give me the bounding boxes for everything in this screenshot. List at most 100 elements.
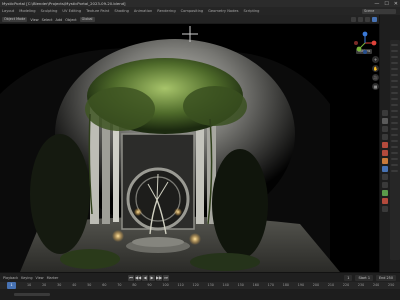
frame-tick-label: 250 — [388, 283, 395, 287]
marker-menu[interactable]: Marker — [47, 276, 59, 280]
object-data-tab-icon[interactable] — [382, 190, 388, 196]
viewport-nav-buttons: + ✋ 🎥 ▦ — [372, 56, 379, 90]
material-tab-icon[interactable] — [382, 198, 388, 204]
output-tab-icon[interactable] — [382, 126, 388, 132]
workspace-tab-bar: Layout Modeling Sculpting UV Editing Texture… — [0, 7, 400, 15]
tab-compositing[interactable]: Compositing — [181, 9, 204, 13]
modifier-tab-icon[interactable] — [382, 166, 388, 172]
tab-texture-paint[interactable]: Texture Paint — [86, 9, 109, 13]
current-frame-indicator[interactable]: 1 — [7, 282, 16, 289]
gizmo-z-axis[interactable] — [362, 31, 368, 37]
menu-select[interactable]: Select — [42, 18, 53, 22]
jump-start-button[interactable]: ⏮ — [128, 274, 134, 281]
tab-scripting[interactable]: Scripting — [243, 9, 259, 13]
3d-viewport[interactable]: Options — [0, 24, 379, 272]
frame-tick-label: 210 — [327, 283, 335, 287]
tool-tab-icon[interactable] — [382, 110, 388, 116]
properties-editor — [379, 15, 400, 272]
texture-tab-icon[interactable] — [382, 206, 388, 212]
menu-add[interactable]: Add — [55, 18, 62, 22]
pan-icon[interactable]: ✋ — [372, 65, 379, 72]
frame-tick-label: 190 — [297, 283, 305, 287]
tab-uv-editing[interactable]: UV Editing — [62, 9, 81, 13]
tab-sculpting[interactable]: Sculpting — [41, 9, 58, 13]
frame-tick-label: 140 — [222, 283, 229, 287]
navigation-gizmo[interactable] — [352, 30, 378, 56]
perspective-toggle-icon[interactable]: ▦ — [372, 83, 379, 90]
shading-buttons — [351, 17, 377, 22]
view-layer-tab-icon[interactable] — [382, 134, 388, 140]
close-button[interactable]: ✕ — [394, 1, 398, 7]
viewport-header: Object Mode View Select Add Object Globa… — [0, 15, 379, 24]
start-value: 1 — [367, 275, 370, 280]
wireframe-shading-button[interactable] — [351, 17, 356, 22]
frame-tick-label: 170 — [267, 283, 274, 287]
frame-tick-label: 20 — [42, 283, 47, 287]
scene-tab-icon[interactable] — [382, 142, 388, 148]
current-frame-field[interactable]: 1 — [344, 274, 353, 281]
frame-tick-label: 90 — [147, 283, 152, 287]
frame-ruler[interactable]: 0102030405060708090100110120130140150160… — [0, 282, 400, 289]
tab-layout[interactable]: Layout — [2, 9, 14, 13]
jump-keyframe-back-button[interactable]: ◀◀ — [135, 274, 141, 281]
properties-tabs — [382, 110, 388, 212]
zoom-icon[interactable]: + — [372, 56, 379, 63]
frame-tick-label: 120 — [192, 283, 199, 287]
object-tab-icon[interactable] — [382, 158, 388, 164]
start-label: Start — [358, 275, 367, 280]
play-reverse-button[interactable]: ◀ — [142, 274, 148, 281]
physics-tab-icon[interactable] — [382, 182, 388, 188]
keyframe-summary — [14, 293, 50, 296]
frame-tick-label: 50 — [87, 283, 92, 287]
playback-menu[interactable]: Playback — [3, 276, 18, 280]
frame-tick-label: 80 — [132, 283, 137, 287]
gizmo-y-axis[interactable] — [356, 46, 362, 52]
frame-tick-label: 220 — [342, 283, 350, 287]
tab-rendering[interactable]: Rendering — [157, 9, 175, 13]
material-shading-button[interactable] — [365, 17, 370, 22]
frame-tick-label: 60 — [102, 283, 107, 287]
tab-animation[interactable]: Animation — [134, 9, 152, 13]
minimize-button[interactable]: — — [374, 1, 379, 7]
timeline: Playback Keying View Marker ⏮ ◀◀ ◀ ▶ ▶▶ … — [0, 272, 400, 300]
particles-tab-icon[interactable] — [382, 174, 388, 180]
render-tab-icon[interactable] — [382, 118, 388, 124]
gizmo-neg-z-axis[interactable] — [363, 50, 367, 54]
play-button[interactable]: ▶ — [149, 274, 155, 281]
world-tab-icon[interactable] — [382, 150, 388, 156]
frame-tick-label: 40 — [72, 283, 77, 287]
keying-menu[interactable]: Keying — [21, 276, 32, 280]
rendered-shading-button[interactable] — [372, 17, 377, 22]
menu-object[interactable]: Object — [65, 18, 76, 22]
frame-tick-label: 230 — [357, 283, 365, 287]
menu-view[interactable]: View — [30, 18, 38, 22]
end-frame-field[interactable]: End 250 — [375, 274, 396, 281]
properties-panel — [390, 40, 400, 260]
tab-geometry-nodes[interactable]: Geometry Nodes — [208, 9, 238, 13]
frame-tick-label: 180 — [282, 283, 290, 287]
frame-tick-label: 30 — [57, 283, 62, 287]
frame-fields: 1 Start 1 End 250 — [344, 274, 396, 281]
scene-selector[interactable]: Scene — [362, 8, 396, 14]
camera-view-icon[interactable]: 🎥 — [372, 74, 379, 81]
gizmo-x-axis[interactable] — [371, 40, 377, 46]
window-title: MysticPortal [C:\Blender\Projects\Mystic… — [2, 1, 126, 6]
frame-tick-label: 150 — [237, 283, 244, 287]
orientation-dropdown[interactable]: Global — [79, 17, 95, 22]
timeline-header: Playback Keying View Marker — [0, 273, 400, 282]
title-bar: MysticPortal [C:\Blender\Projects\Mystic… — [0, 0, 400, 7]
jump-end-button[interactable]: ⏭ — [163, 274, 169, 281]
tab-shading[interactable]: Shading — [114, 9, 129, 13]
view-menu[interactable]: View — [36, 276, 44, 280]
window-controls: — ☐ ✕ — [374, 0, 398, 7]
timeline-track-area[interactable] — [0, 289, 400, 300]
gizmo-neg-x-axis[interactable] — [354, 41, 358, 45]
maximize-button[interactable]: ☐ — [384, 1, 388, 7]
solid-shading-button[interactable] — [358, 17, 363, 22]
start-frame-field[interactable]: Start 1 — [355, 274, 373, 281]
jump-keyframe-forward-button[interactable]: ▶▶ — [156, 274, 162, 281]
tab-modeling[interactable]: Modeling — [19, 9, 35, 13]
end-label: End — [378, 275, 386, 280]
mode-dropdown[interactable]: Object Mode — [2, 17, 28, 22]
rendered-scene — [0, 24, 379, 272]
